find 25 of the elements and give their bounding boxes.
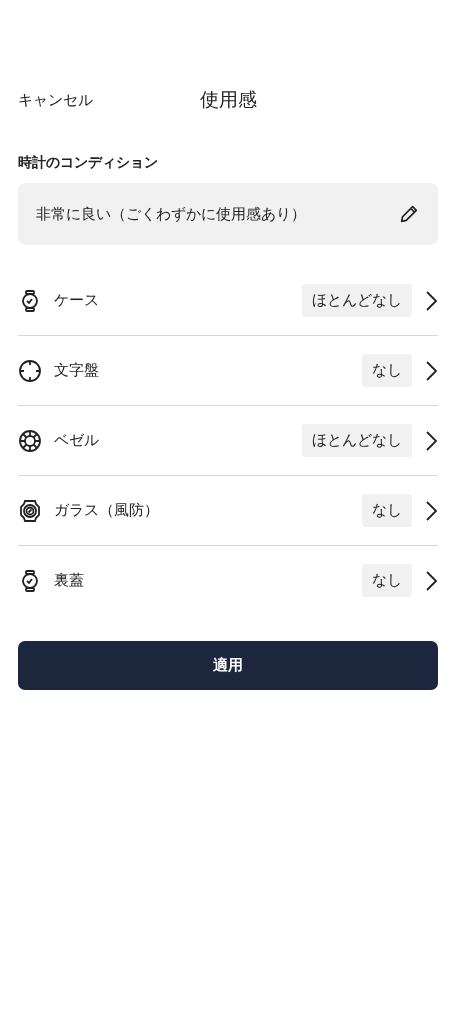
pencil-icon[interactable] (398, 203, 420, 225)
part-value[interactable]: なし (362, 354, 412, 387)
part-value[interactable]: ほとんどなし (302, 284, 412, 317)
part-label: ベゼル (54, 431, 100, 450)
chevron-right-icon[interactable] (424, 358, 438, 383)
part-value[interactable]: なし (362, 564, 412, 597)
part-label: ケース (54, 291, 100, 310)
chevron-right-icon[interactable] (424, 428, 438, 453)
part-value[interactable]: ほとんどなし (302, 424, 412, 457)
condition-field[interactable]: 非常に良い（ごくわずかに使用感あり） (18, 183, 438, 245)
bezel-icon (18, 428, 42, 453)
watch-glass-icon (18, 498, 42, 523)
page-title: 使用感 (199, 87, 257, 112)
part-label: 裏蓋 (54, 571, 85, 590)
chevron-right-icon[interactable] (424, 498, 438, 523)
condition-value: 非常に良い（ごくわずかに使用感あり） (36, 204, 306, 224)
chevron-right-icon[interactable] (424, 288, 438, 313)
chevron-right-icon[interactable] (424, 568, 438, 593)
section-label: 時計のコンディション (18, 154, 159, 172)
dial-icon (18, 358, 42, 383)
cancel-button[interactable]: キャンセル (18, 90, 93, 110)
apply-button[interactable]: 適用 (18, 641, 438, 690)
part-label: ガラス（風防） (54, 501, 160, 520)
part-label: 文字盤 (54, 361, 100, 380)
part-value[interactable]: なし (362, 494, 412, 527)
